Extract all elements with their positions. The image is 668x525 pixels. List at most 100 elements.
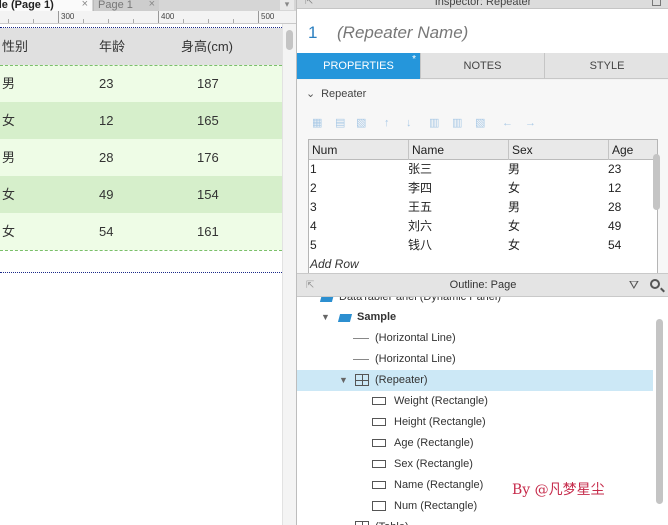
tree-item-partial[interactable]: (Table) xyxy=(297,517,653,525)
scroll-thumb[interactable] xyxy=(286,30,293,50)
tab-style[interactable]: STYLE xyxy=(545,53,668,79)
cell[interactable]: 女 xyxy=(508,179,520,198)
grid-row[interactable]: 女 54 161 xyxy=(0,213,282,250)
dataset-row[interactable]: 4 刘六 女 49 xyxy=(309,217,657,236)
move-down-icon[interactable]: ↓ xyxy=(406,116,412,130)
cell[interactable]: 王五 xyxy=(408,198,432,217)
tree-item-label: Height (Rectangle) xyxy=(394,416,486,428)
header-cell-height: 身高(cm) xyxy=(181,39,233,54)
column-header[interactable]: Num xyxy=(309,140,408,160)
cell[interactable]: 2 xyxy=(310,179,317,198)
tab-properties[interactable]: PROPERTIES * xyxy=(297,53,421,79)
align-bottom-icon[interactable]: ▥ xyxy=(452,116,462,130)
outline-tree: DataTablePanel (Dynamic Panel) ▼ Sample … xyxy=(297,297,668,525)
cell[interactable]: 54 xyxy=(608,236,621,255)
cell[interactable]: 钱八 xyxy=(408,236,432,255)
watermark-text: By @凡梦星尘 xyxy=(512,482,605,498)
search-icon[interactable] xyxy=(650,279,660,289)
right-panels: ⇱ Inspector: Repeater 1 (Repeater Name) … xyxy=(296,0,668,525)
insert-row-icon[interactable]: ▦ xyxy=(312,116,322,130)
tab-label: PROPERTIES xyxy=(323,60,394,72)
ruler-tick xyxy=(133,19,134,23)
delete-column-icon[interactable]: ▧ xyxy=(475,116,485,130)
cell[interactable]: 23 xyxy=(608,160,621,179)
cell[interactable]: 男 xyxy=(508,160,520,179)
cell[interactable]: 49 xyxy=(608,217,621,236)
add-row-button[interactable]: Add Row xyxy=(309,255,657,273)
repeater-dataset-table[interactable]: Num Name Sex Age 1 张三 男 23 2 李四 女 12 3 王… xyxy=(308,139,658,274)
tree-item-label: Sample xyxy=(357,311,397,323)
cell-age: 23 xyxy=(99,76,114,91)
cell[interactable]: 女 xyxy=(508,236,520,255)
cell[interactable]: 张三 xyxy=(408,160,432,179)
cell[interactable]: 刘六 xyxy=(408,217,432,236)
modified-marker: * xyxy=(412,54,416,65)
tree-item-label: (Table) xyxy=(375,517,409,525)
cell[interactable]: 女 xyxy=(508,217,520,236)
grid-row[interactable]: 女 12 165 xyxy=(0,102,282,139)
column-header[interactable]: Name xyxy=(408,140,508,160)
tree-item-label: Sex (Rectangle) xyxy=(394,458,473,470)
tab-label: ple (Page 1) xyxy=(0,0,54,11)
repeater-icon xyxy=(355,374,369,386)
move-right-icon[interactable]: → xyxy=(525,116,536,130)
tree-item-horizontal-line[interactable]: (Horizontal Line) xyxy=(297,349,653,370)
tab-overflow-icon[interactable]: ▾ xyxy=(280,0,294,10)
filter-icon[interactable]: ⛛ xyxy=(629,274,639,297)
tree-item-repeater[interactable]: ▼ (Repeater) xyxy=(297,370,653,391)
close-icon[interactable]: × xyxy=(82,0,88,10)
grid-row[interactable]: 男 28 176 xyxy=(0,139,282,176)
canvas-panel: ple (Page 1) × Page 1 × ▾ 300 400 500 性别… xyxy=(0,0,296,525)
dataset-row[interactable]: 3 王五 男 28 xyxy=(309,198,657,217)
outline-scrollbar[interactable] xyxy=(656,319,663,504)
ruler-label: 300 xyxy=(58,11,74,23)
insert-column-icon[interactable]: ▤ xyxy=(335,116,345,130)
column-header[interactable]: Sex xyxy=(508,140,608,160)
tab-page-1[interactable]: Page 1 × xyxy=(93,0,159,11)
cell[interactable]: 李四 xyxy=(408,179,432,198)
delete-icon[interactable]: ▧ xyxy=(356,116,366,130)
tree-item-rectangle[interactable]: Sex (Rectangle) xyxy=(297,454,653,475)
align-top-icon[interactable]: ▥ xyxy=(429,116,439,130)
close-icon[interactable]: × xyxy=(149,0,155,10)
tree-item-rectangle[interactable]: Num (Rectangle) xyxy=(297,496,653,517)
dataset-row[interactable]: 2 李四 女 12 xyxy=(309,179,657,198)
cell[interactable]: 5 xyxy=(310,236,317,255)
cell-height: 165 xyxy=(197,113,219,128)
cell-sex: 女 xyxy=(2,224,16,239)
tree-item-rectangle[interactable]: Age (Rectangle) xyxy=(297,433,653,454)
tree-item-sample[interactable]: ▼ Sample xyxy=(297,307,653,328)
cell[interactable]: 3 xyxy=(310,198,317,217)
tree-item-horizontal-line[interactable]: (Horizontal Line) xyxy=(297,328,653,349)
cell[interactable]: 4 xyxy=(310,217,317,236)
widget-name-input[interactable]: (Repeater Name) xyxy=(337,23,468,43)
tab-notes[interactable]: NOTES xyxy=(421,53,545,79)
tree-item-rectangle[interactable]: Weight (Rectangle) xyxy=(297,391,653,412)
inspector-titlebar: ⇱ Inspector: Repeater xyxy=(297,0,668,9)
tab-page-1-active[interactable]: ple (Page 1) × xyxy=(0,0,92,11)
dataset-row[interactable]: 1 张三 男 23 xyxy=(309,160,657,179)
document-tab-bar: ple (Page 1) × Page 1 × ▾ xyxy=(0,0,296,11)
row-divider xyxy=(0,250,282,251)
cell[interactable]: 男 xyxy=(508,198,520,217)
cell-height: 154 xyxy=(197,187,219,202)
dataset-row[interactable]: 5 钱八 女 54 xyxy=(309,236,657,255)
move-up-icon[interactable]: ↑ xyxy=(384,116,390,130)
move-left-icon[interactable]: ← xyxy=(502,116,513,130)
maximize-icon[interactable] xyxy=(652,0,661,6)
column-header[interactable]: Age xyxy=(608,140,659,160)
chevron-down-icon: ⌄ xyxy=(306,88,316,100)
grid-row[interactable]: 男 23 187 xyxy=(0,65,282,102)
tree-item-label: Num (Rectangle) xyxy=(394,500,478,512)
tree-item-rectangle[interactable]: Height (Rectangle) xyxy=(297,412,653,433)
cell[interactable]: 28 xyxy=(608,198,621,217)
grid-row[interactable]: 女 49 154 xyxy=(0,176,282,213)
section-repeater-header[interactable]: ⌄ Repeater xyxy=(306,87,366,100)
expand-arrow-icon[interactable]: ▼ xyxy=(321,307,330,328)
canvas-scrollbar[interactable] xyxy=(282,24,296,525)
cell[interactable]: 1 xyxy=(310,160,317,179)
inspector-scrollbar[interactable] xyxy=(653,154,660,210)
expand-arrow-icon[interactable]: ▼ xyxy=(339,370,348,391)
cell[interactable]: 12 xyxy=(608,179,621,198)
tree-item-label: Weight (Rectangle) xyxy=(394,395,488,407)
